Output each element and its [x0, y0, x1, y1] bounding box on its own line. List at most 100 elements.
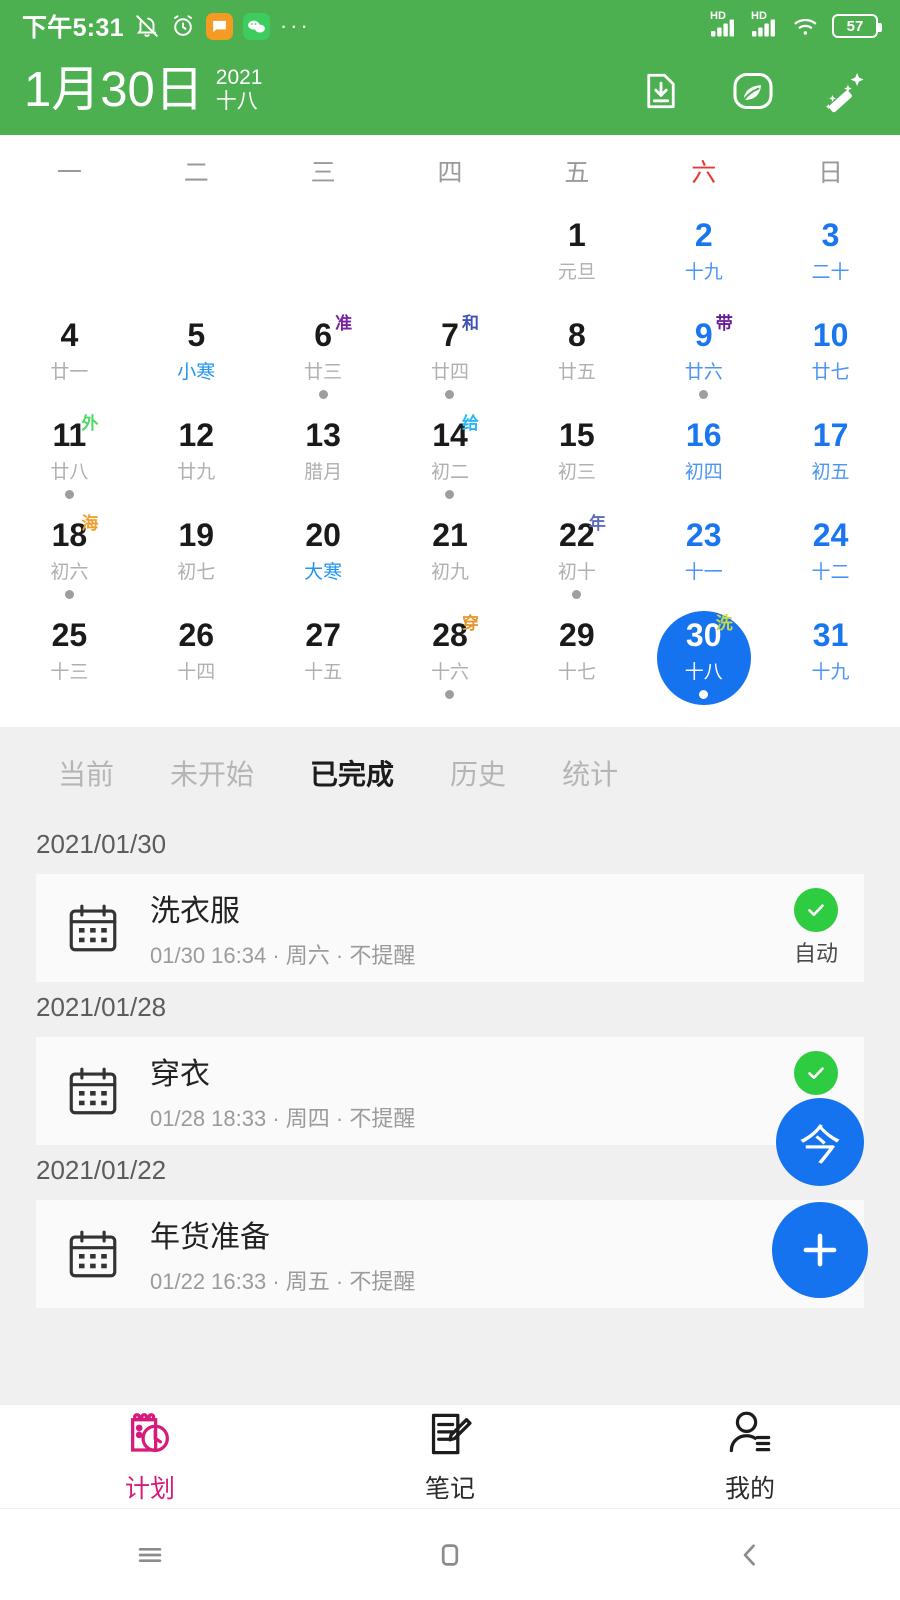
tab-统计[interactable]: 统计	[534, 753, 646, 793]
day-number: 20	[305, 517, 341, 553]
home-icon[interactable]	[300, 1538, 600, 1572]
day-event-dot	[445, 689, 455, 699]
day-lunar-label: 初二	[430, 461, 469, 483]
calendar-grid: 一 二 三 四 五 六 日 1 元旦 2 十九 3 二十 4 廿一 5 小寒 准 6 廿三 和 7 廿四 8 廿五 带 9 廿六 10…	[0, 135, 900, 727]
day-lunar-label: 元旦	[557, 261, 596, 283]
calendar-week-row: 1 元旦 2 十九 3 二十	[6, 207, 894, 307]
day-number: 15	[559, 417, 595, 453]
calendar-day-7[interactable]: 和 7 廿四	[387, 307, 514, 407]
calendar-day-15[interactable]: 15 初三	[513, 407, 640, 507]
calendar-clock-icon	[124, 1408, 176, 1465]
calendar-day-28[interactable]: 穿 28 十六	[387, 607, 514, 707]
menu-icon[interactable]	[0, 1538, 300, 1572]
day-lunar-label: 二十	[811, 261, 850, 283]
calendar-day-2[interactable]: 2 十九	[640, 207, 767, 307]
weekday-三: 三	[310, 159, 336, 187]
day-lunar-label: 腊月	[304, 461, 343, 483]
add-task-fab-button[interactable]	[772, 1202, 868, 1298]
day-number: 29	[559, 617, 595, 653]
calendar-day-19[interactable]: 19 初七	[133, 507, 260, 607]
mute-bell-icon	[134, 13, 160, 39]
tab-历史[interactable]: 历史	[422, 753, 534, 793]
download-icon[interactable]	[638, 68, 684, 114]
calendar-day-10[interactable]: 10 廿七	[767, 307, 894, 407]
weekday-六: 六	[691, 159, 717, 187]
leaf-icon[interactable]	[730, 68, 776, 114]
tab-当前[interactable]: 当前	[30, 753, 142, 793]
day-number: 19	[178, 517, 215, 553]
task-status: 自动	[793, 888, 838, 968]
status-bar-right: HD HD 57	[710, 10, 882, 38]
today-fab-button[interactable]: 今	[776, 1098, 864, 1186]
nav-item-notes[interactable]: 笔记	[300, 1408, 600, 1505]
day-lunar-label: 廿四	[430, 361, 469, 383]
calendar-day-9[interactable]: 带 9 廿六	[640, 307, 767, 407]
day-lunar-label: 初九	[430, 561, 469, 583]
calendar-day-27[interactable]: 27 十五	[260, 607, 387, 707]
day-event-badge: 穿	[461, 614, 479, 633]
calendar-icon	[62, 1223, 124, 1285]
calendar-day-26[interactable]: 26 十四	[133, 607, 260, 707]
calendar-week-row: 4 廿一 5 小寒 准 6 廿三 和 7 廿四 8 廿五 带 9 廿六 10 廿七	[6, 307, 894, 407]
calendar-day-22[interactable]: 年 22 初十	[513, 507, 640, 607]
nav-item-profile[interactable]: 我的	[600, 1408, 900, 1505]
calendar-day-21[interactable]: 21 初九	[387, 507, 514, 607]
calendar-day-20[interactable]: 20 大寒	[260, 507, 387, 607]
tab-未开始[interactable]: 未开始	[142, 753, 282, 793]
task-card[interactable]: 穿衣01/28 18:33 · 周四 · 不提醒自动	[36, 1037, 864, 1145]
calendar-day-11[interactable]: 外 11 廿八	[6, 407, 133, 507]
task-body: 年货准备 01/22 16:33 · 周五 · 不提醒	[150, 1212, 794, 1296]
day-number: 10	[812, 317, 849, 353]
calendar-day-14[interactable]: 给 14 初二	[387, 407, 514, 507]
task-meta: 01/22 16:33 · 周五 · 不提醒	[150, 1269, 416, 1294]
calendar-day-8[interactable]: 8 廿五	[513, 307, 640, 407]
day-number: 31	[812, 617, 849, 653]
calendar-day-25[interactable]: 25 十三	[6, 607, 133, 707]
calendar-day-4[interactable]: 4 廿一	[6, 307, 133, 407]
tab-已完成[interactable]: 已完成	[282, 753, 422, 793]
magic-wand-icon[interactable]	[822, 68, 868, 114]
wechat-icon	[242, 12, 270, 40]
day-lunar-label: 初六	[50, 561, 89, 583]
day-lunar-label: 十二	[811, 561, 850, 583]
calendar-day-13[interactable]: 13 腊月	[260, 407, 387, 507]
calendar-day-1[interactable]: 1 元旦	[513, 207, 640, 307]
day-lunar-label: 十四	[177, 661, 216, 683]
day-number: 12	[178, 417, 215, 453]
day-number: 9	[694, 317, 713, 353]
day-lunar-label: 廿一	[50, 361, 89, 383]
calendar-day-23[interactable]: 23 十一	[640, 507, 767, 607]
calendar-day-18[interactable]: 海 18 初六	[6, 507, 133, 607]
day-lunar-label: 初七	[177, 561, 216, 583]
task-card[interactable]: 洗衣服 01/30 16:34 · 周六 · 不提醒 自动	[36, 874, 864, 982]
nav-item-plan[interactable]: 计划	[0, 1408, 300, 1505]
wifi-icon	[792, 15, 821, 38]
calendar-day-3[interactable]: 3 二十	[767, 207, 894, 307]
day-event-badge: 年	[588, 514, 606, 533]
day-number: 25	[51, 617, 88, 653]
calendar-day-30[interactable]: 洗 30 十八	[640, 607, 767, 707]
back-icon[interactable]	[600, 1538, 900, 1572]
calendar-day-31[interactable]: 31 十九	[767, 607, 894, 707]
day-number: 7	[441, 317, 459, 353]
task-title: 穿衣	[150, 1058, 210, 1091]
calendar-day-24[interactable]: 24 十二	[767, 507, 894, 607]
task-card[interactable]: 年货准备01/22 16:33 · 周五 · 不提醒自动	[36, 1200, 864, 1308]
calendar-icon	[62, 1060, 124, 1122]
calendar-week-row: 外 11 廿八 12 廿九 13 腊月 给 14 初二 15 初三 16 初四 17 初五	[6, 407, 894, 507]
calendar-day-16[interactable]: 16 初四	[640, 407, 767, 507]
day-lunar-label: 廿六	[684, 361, 723, 383]
header-actions	[638, 68, 876, 114]
calendar-day-29[interactable]: 29 十七	[513, 607, 640, 707]
status-bar-left: 下午5:31 ···	[22, 8, 311, 44]
calendar-day-5[interactable]: 5 小寒	[133, 307, 260, 407]
day-lunar-label: 十五	[304, 661, 343, 683]
day-lunar-label: 十七	[557, 661, 596, 683]
day-number: 4	[60, 317, 79, 353]
app-header: 1月30日 2021 十八	[0, 52, 900, 135]
calendar-day-17[interactable]: 17 初五	[767, 407, 894, 507]
calendar-day-6[interactable]: 准 6 廿三	[260, 307, 387, 407]
calendar-day-12[interactable]: 12 廿九	[133, 407, 260, 507]
nav-label-profile: 我的	[724, 1475, 775, 1503]
task-tabbar: 当前 未开始 已完成 历史 统计	[0, 727, 900, 819]
